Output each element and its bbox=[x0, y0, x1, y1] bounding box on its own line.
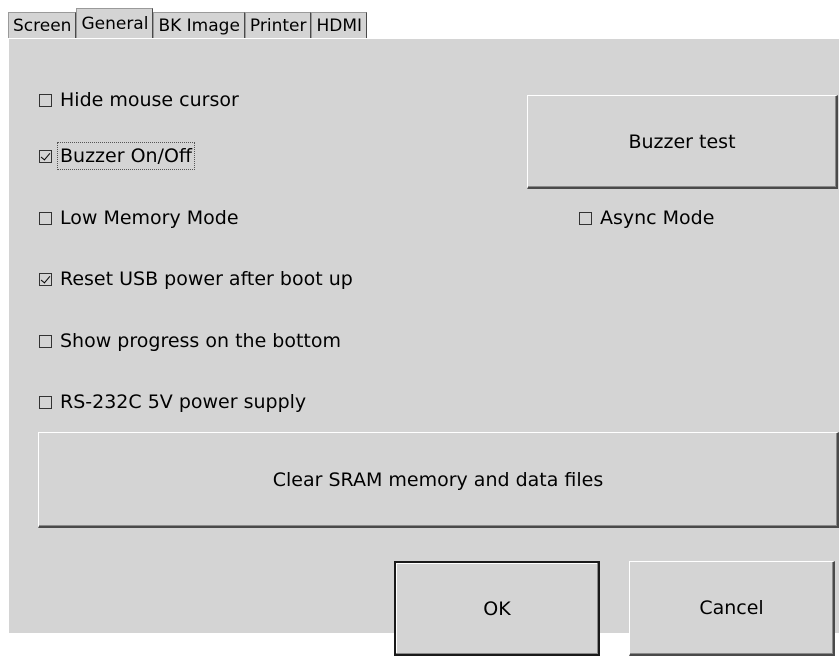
show-progress-checkbox[interactable]: Show progress on the bottom bbox=[39, 330, 341, 352]
checkbox-box[interactable] bbox=[39, 395, 52, 409]
tab-bk-image[interactable]: BK Image bbox=[153, 12, 245, 38]
checkbox-box[interactable] bbox=[39, 334, 52, 348]
cancel-button[interactable]: Cancel bbox=[629, 561, 835, 656]
rs232-power-label: RS-232C 5V power supply bbox=[60, 391, 307, 413]
clear-sram-button[interactable]: Clear SRAM memory and data files bbox=[38, 432, 839, 528]
async-mode-checkbox[interactable]: Async Mode bbox=[579, 207, 714, 229]
general-tab-panel: Hide mouse cursor Buzzer On/Off Low Memo… bbox=[8, 38, 839, 656]
low-memory-mode-label: Low Memory Mode bbox=[60, 207, 239, 229]
tab-screen[interactable]: Screen bbox=[8, 12, 77, 38]
checkbox-box[interactable] bbox=[579, 211, 592, 225]
async-mode-label: Async Mode bbox=[600, 207, 715, 229]
hide-mouse-cursor-label: Hide mouse cursor bbox=[60, 89, 239, 111]
checkbox-box[interactable] bbox=[39, 272, 52, 286]
show-progress-label: Show progress on the bottom bbox=[60, 330, 342, 352]
settings-window: Screen General BK Image Printer HDMI Hid… bbox=[0, 0, 839, 656]
buzzer-test-button[interactable]: Buzzer test bbox=[527, 95, 838, 189]
tab-general[interactable]: General bbox=[76, 8, 154, 38]
reset-usb-power-checkbox[interactable]: Reset USB power after boot up bbox=[39, 268, 353, 290]
rs232-power-checkbox[interactable]: RS-232C 5V power supply bbox=[39, 391, 306, 413]
checkbox-box[interactable] bbox=[39, 149, 52, 163]
hide-mouse-cursor-checkbox[interactable]: Hide mouse cursor bbox=[39, 89, 239, 111]
low-memory-mode-checkbox[interactable]: Low Memory Mode bbox=[39, 207, 239, 229]
buzzer-label: Buzzer On/Off bbox=[56, 142, 196, 170]
ok-button[interactable]: OK bbox=[394, 561, 600, 656]
buzzer-checkbox[interactable]: Buzzer On/Off bbox=[39, 142, 196, 170]
tab-hdmi[interactable]: HDMI bbox=[311, 12, 368, 38]
checkbox-box[interactable] bbox=[39, 93, 52, 107]
tab-bar: Screen General BK Image Printer HDMI bbox=[8, 8, 368, 38]
reset-usb-power-label: Reset USB power after boot up bbox=[60, 268, 353, 290]
tab-printer[interactable]: Printer bbox=[244, 12, 312, 38]
checkbox-box[interactable] bbox=[39, 211, 52, 225]
